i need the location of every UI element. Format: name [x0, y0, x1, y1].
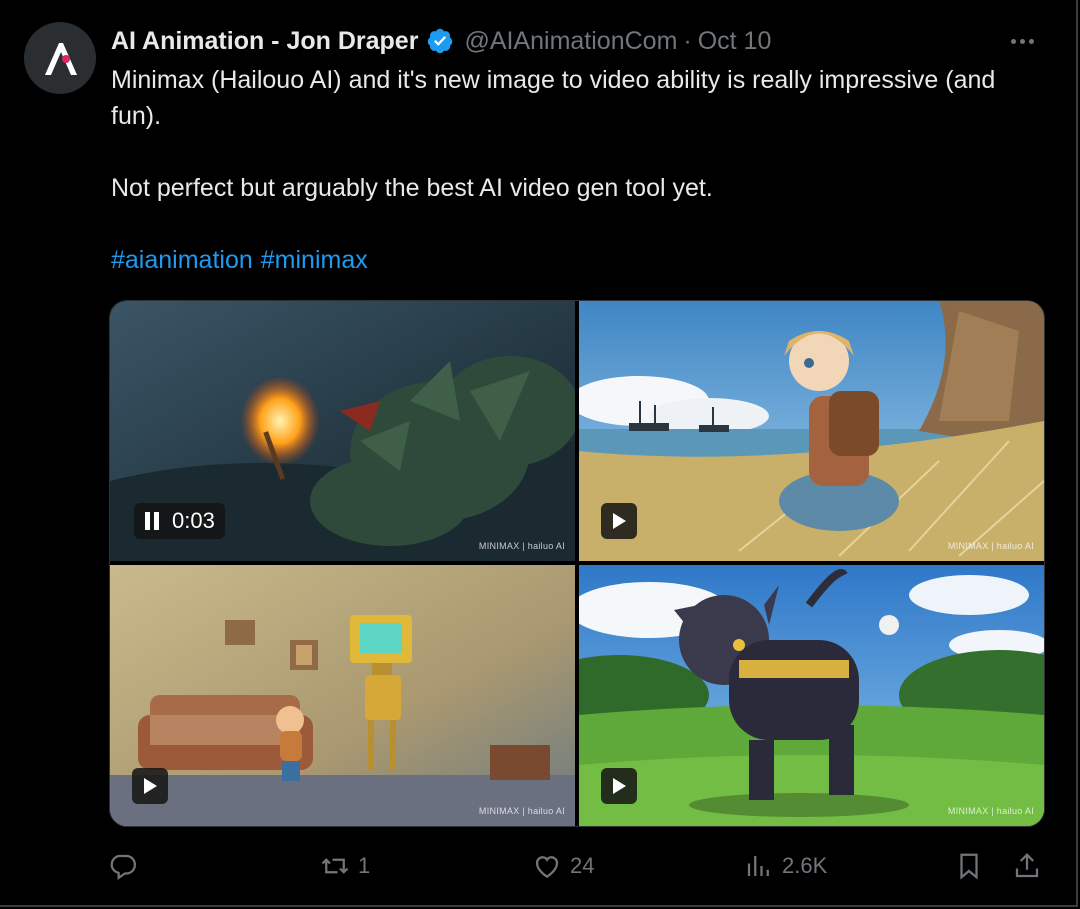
play-button[interactable] [132, 768, 168, 804]
separator-dot: · [683, 26, 692, 55]
video-timer-text: 0:03 [172, 508, 215, 533]
hashtags: #aianimation #minimax [111, 242, 376, 278]
avatar[interactable] [24, 22, 96, 94]
action-bar: 1 24 2.6K [108, 846, 1048, 886]
views-button[interactable]: 2.6K [744, 846, 827, 886]
pause-icon [145, 512, 159, 530]
views-count: 2.6K [782, 853, 828, 878]
video-4[interactable]: MINIMAX | hailuo AI [579, 565, 1044, 826]
avatar-logo-icon [45, 43, 77, 75]
video-2-thumbnail [579, 301, 1044, 561]
video-3[interactable]: MINIMAX | hailuo AI [110, 565, 575, 826]
play-button[interactable] [601, 503, 637, 539]
share-button[interactable] [1012, 846, 1042, 886]
author-handle[interactable]: @AIAnimationCom [464, 27, 677, 56]
share-icon [1015, 853, 1039, 878]
bookmark-button[interactable] [954, 846, 984, 886]
video-timer[interactable]: 0:03 [134, 503, 225, 539]
video-1[interactable]: 0:03 MINIMAX | hailuo AI [110, 301, 575, 561]
like-button[interactable]: 24 [532, 846, 594, 886]
more-icon [1010, 38, 1016, 44]
tweet-text-line2: Not perfect but arguably the best AI vid… [111, 174, 713, 202]
tweet-header: AI Animation - Jon Draper @AIAnimationCo… [111, 24, 771, 58]
repost-button[interactable]: 1 [320, 846, 370, 886]
repost-count: 1 [358, 853, 371, 878]
bookmark-icon [960, 853, 978, 880]
tweet-date[interactable]: Oct 10 [698, 27, 772, 56]
hashtag-link[interactable]: #aianimation [111, 246, 253, 274]
hashtag-link[interactable]: #minimax [261, 246, 368, 274]
repost-icon [321, 858, 349, 874]
video-watermark: MINIMAX | hailuo AI [947, 806, 1034, 816]
play-icon [613, 513, 626, 529]
reply-button[interactable] [108, 846, 146, 886]
video-3-thumbnail [110, 565, 575, 826]
video-watermark: MINIMAX | hailuo AI [947, 541, 1034, 551]
author-name[interactable]: AI Animation - Jon Draper [111, 27, 418, 56]
video-4-thumbnail [579, 565, 1044, 826]
like-count: 24 [570, 853, 595, 878]
play-icon [144, 778, 157, 794]
verified-badge-icon[interactable] [426, 27, 454, 55]
tweet-text-line1: Minimax (Hailouo AI) and it's new image … [111, 66, 996, 130]
media-grid: 0:03 MINIMAX | hailuo AI MINIMAX | hailu… [109, 300, 1045, 827]
video-watermark: MINIMAX | hailuo AI [478, 806, 565, 816]
reply-icon [110, 854, 137, 881]
video-watermark: MINIMAX | hailuo AI [478, 541, 565, 551]
views-icon [747, 856, 769, 876]
play-icon [613, 778, 626, 794]
more-options-button[interactable] [1002, 28, 1042, 54]
tweet-text: Minimax (Hailouo AI) and it's new image … [111, 62, 1051, 134]
video-2[interactable]: MINIMAX | hailuo AI [579, 301, 1044, 561]
like-icon [535, 856, 559, 878]
play-button[interactable] [601, 768, 637, 804]
